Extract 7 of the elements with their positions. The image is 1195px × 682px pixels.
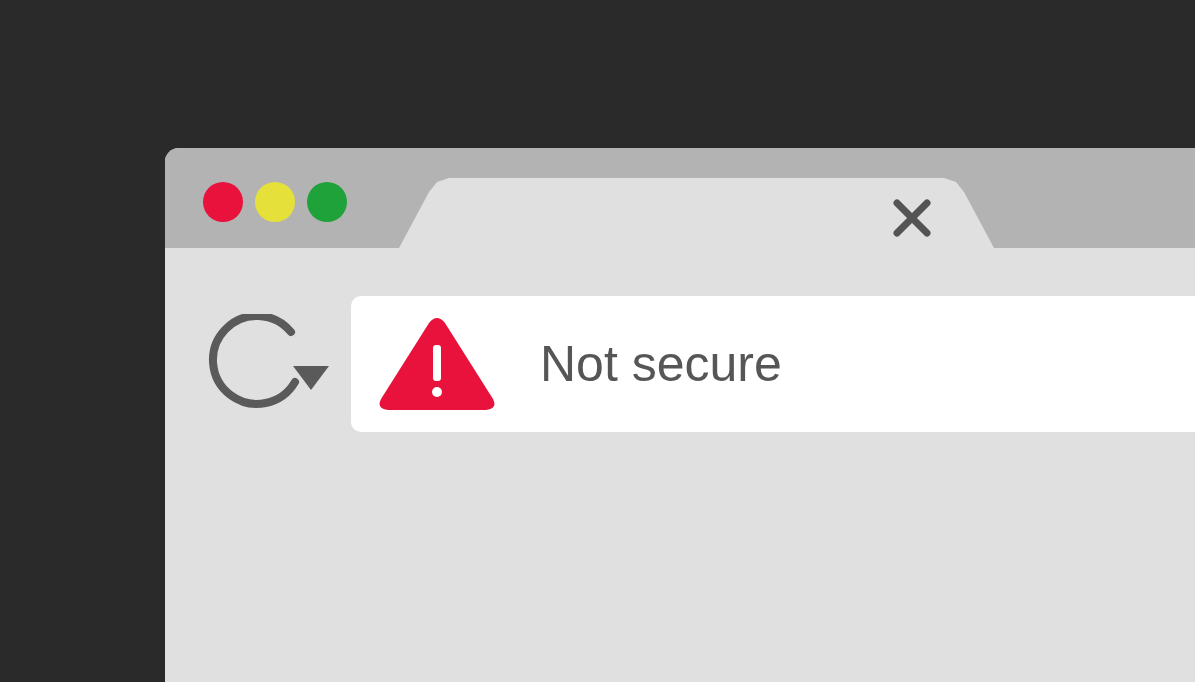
warning-icon: [378, 317, 496, 411]
window-control-dot[interactable]: [203, 182, 243, 222]
window-control-dot[interactable]: [255, 182, 295, 222]
security-status: Not secure: [540, 335, 782, 393]
address-bar[interactable]: Not secure: [351, 296, 1195, 432]
window-control-dot[interactable]: [307, 182, 347, 222]
close-icon[interactable]: [892, 198, 932, 238]
